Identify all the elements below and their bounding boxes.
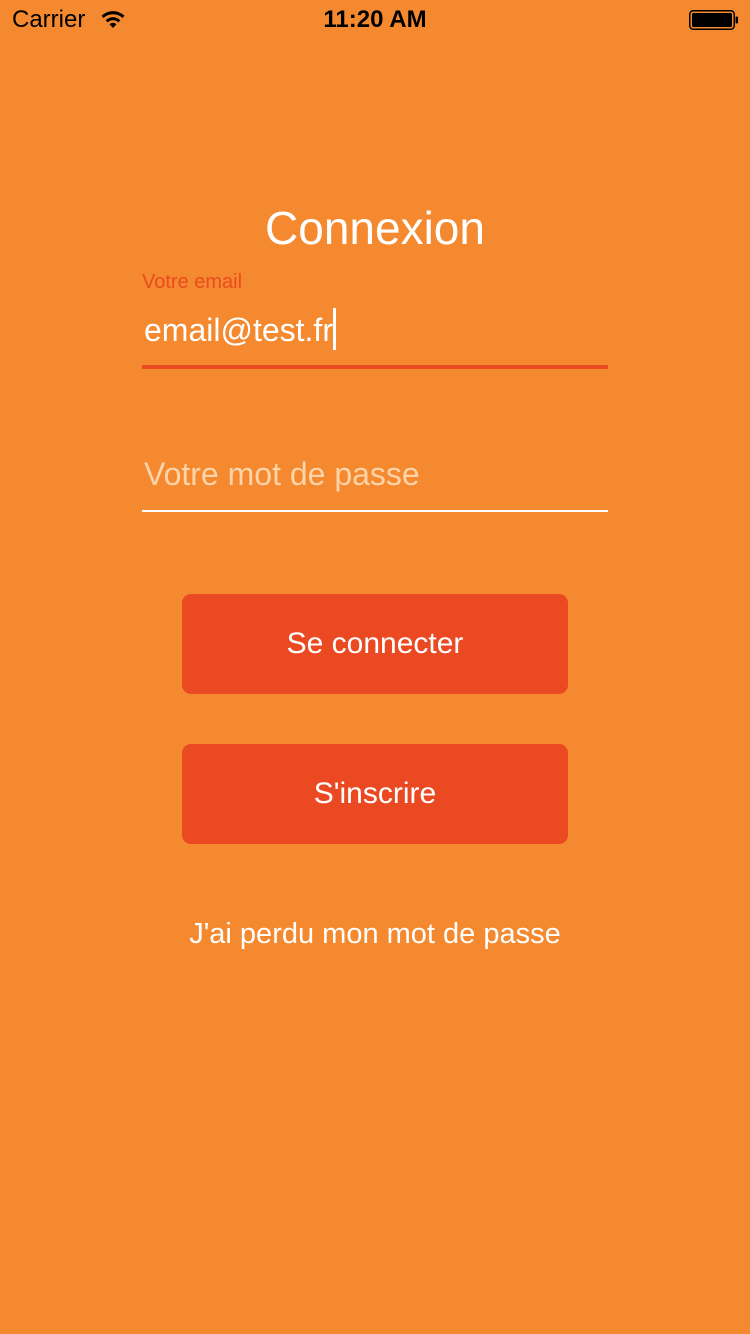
email-label: Votre email	[142, 271, 243, 293]
clock-time: 11:20 AM	[323, 6, 427, 33]
login-button[interactable]: Se connecter	[182, 594, 568, 694]
email-field: Votre email	[142, 270, 608, 372]
password-field	[142, 440, 608, 516]
text-cursor	[333, 308, 336, 350]
battery-icon	[689, 10, 738, 30]
signup-button[interactable]: S'inscrire	[182, 744, 568, 844]
email-input[interactable]	[142, 306, 608, 354]
forgot-password-link[interactable]: J'ai perdu mon mot de passe	[0, 914, 750, 954]
status-bar: Carrier 11:20 AM	[0, 0, 750, 40]
password-input[interactable]	[142, 450, 608, 498]
email-underline	[142, 365, 608, 369]
password-underline	[142, 510, 608, 512]
page-title: Connexion	[265, 202, 485, 254]
